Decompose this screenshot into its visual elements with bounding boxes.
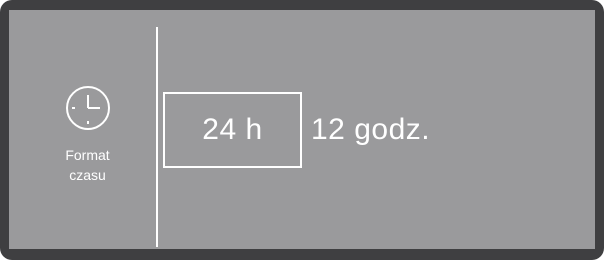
option-12h[interactable]: 12 godz.	[311, 92, 430, 168]
menu-sidebar: Format czasu	[9, 10, 156, 249]
option-24h-selected[interactable]: 24 h	[163, 92, 302, 168]
menu-title-line2: czasu	[69, 167, 106, 183]
menu-title: Format czasu	[9, 145, 166, 185]
display-screen: Format czasu 24 h 12 godz.	[9, 10, 595, 249]
vertical-divider	[156, 27, 158, 247]
menu-title-line1: Format	[65, 147, 110, 163]
device-bezel: Format czasu 24 h 12 godz.	[0, 0, 604, 260]
clock-icon	[66, 86, 110, 130]
